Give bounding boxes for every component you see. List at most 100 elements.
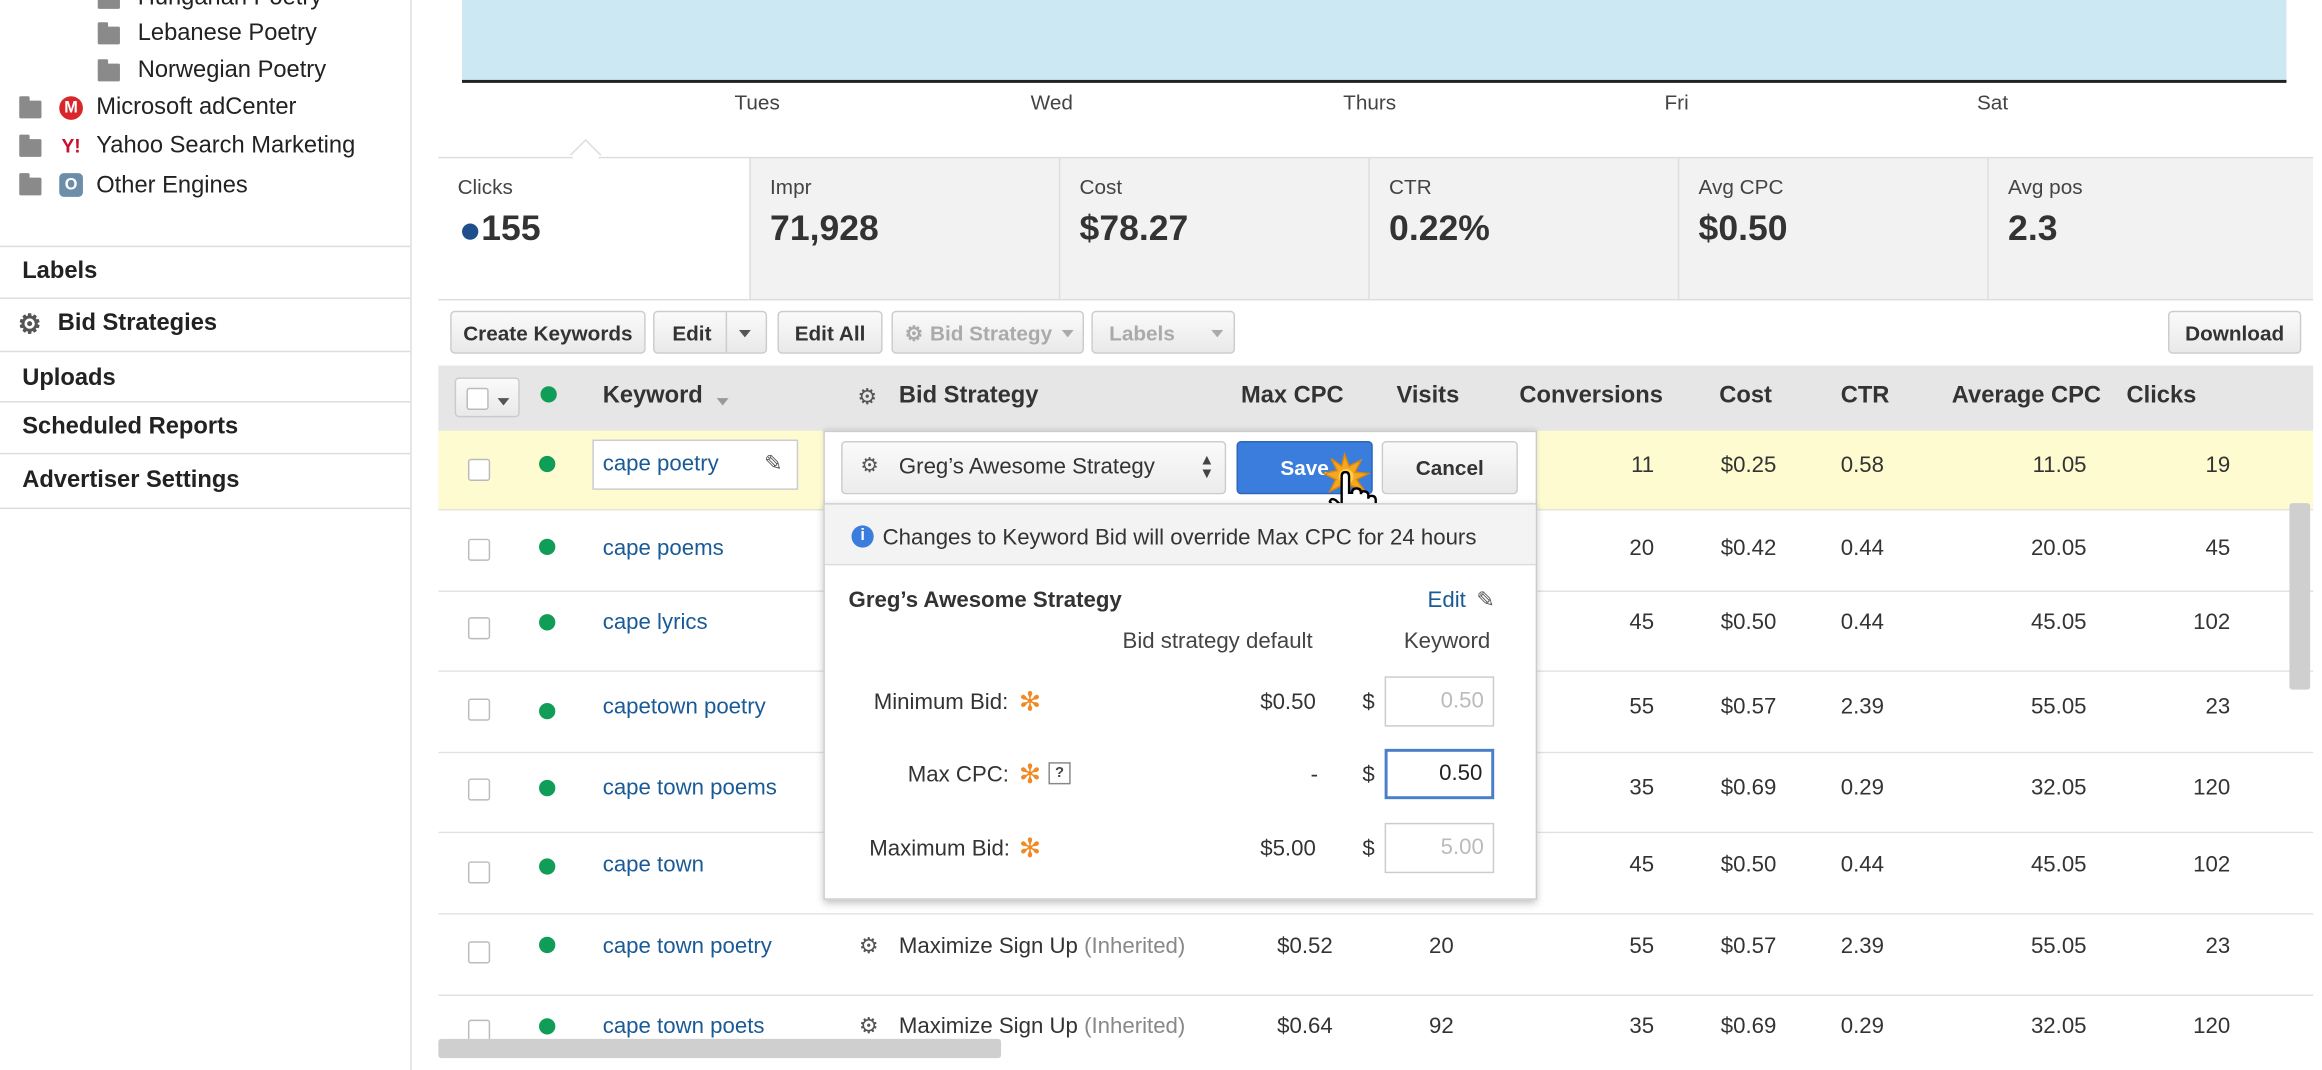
row-checkbox[interactable]: [467, 861, 491, 884]
tree-item-norwegian-poetry[interactable]: Norwegian Poetry: [138, 58, 326, 85]
labels-dropdown[interactable]: Labels: [1091, 310, 1236, 354]
stat-label: CTR: [1389, 174, 1432, 199]
horizontal-scrollbar[interactable]: [438, 1038, 1002, 1059]
stat-ctr[interactable]: CTR 0.22%: [1368, 158, 1679, 299]
cell-cost: $0.25: [1720, 452, 1777, 479]
stat-label: Clicks: [457, 174, 513, 199]
column-header-ctr[interactable]: CTR: [1841, 383, 1890, 410]
sidebar-section-uploads[interactable]: Uploads: [0, 350, 411, 403]
row-checkbox[interactable]: [467, 698, 491, 721]
tree-item-hungarian-poetry[interactable]: Hungarian Poetry: [138, 0, 322, 12]
download-button[interactable]: Download: [2167, 310, 2302, 354]
select-all-dropdown[interactable]: [454, 377, 520, 418]
help-icon[interactable]: ?: [1048, 762, 1071, 785]
pencil-icon[interactable]: ✎: [1476, 586, 1495, 613]
strategy-select[interactable]: ⚙ Greg’s Awesome Strategy ▲ ▼: [841, 441, 1227, 495]
edit-all-button[interactable]: Edit All: [777, 310, 883, 354]
keyword-link[interactable]: cape town poets: [603, 1014, 765, 1039]
microsoft-adcenter-icon: M: [59, 96, 83, 120]
maximum-bid-input[interactable]: 5.00: [1384, 822, 1495, 874]
cell-ctr: 0.29: [1840, 1013, 1884, 1039]
column-header-keyword[interactable]: Keyword: [603, 383, 703, 410]
select-all-checkbox[interactable]: [466, 387, 489, 410]
bid-strategy-dropdown[interactable]: ⚙ Bid Strategy: [891, 310, 1084, 354]
max-cpc-input[interactable]: 0.50: [1384, 748, 1495, 800]
tree-item-yahoo-search-marketing[interactable]: Yahoo Search Marketing: [96, 133, 355, 160]
cell-max-cpc: $0.52: [1277, 933, 1333, 960]
stat-impr[interactable]: Impr 71,928: [749, 158, 1060, 299]
folder-icon: [97, 22, 120, 45]
stat-clicks[interactable]: Clicks 155: [438, 158, 750, 299]
stat-cost[interactable]: Cost $78.27: [1058, 158, 1370, 299]
stat-value: $78.27: [1079, 208, 1189, 249]
column-header-average-cpc[interactable]: Average CPC: [1952, 383, 2101, 410]
sidebar-section-label: Uploads: [22, 365, 116, 391]
row-checkbox[interactable]: [467, 778, 491, 801]
max-cpc-default: -: [1310, 762, 1318, 788]
folder-icon: [97, 0, 120, 9]
row-checkbox[interactable]: [467, 458, 491, 481]
stat-avg-pos[interactable]: Avg pos 2.3: [1987, 158, 2314, 299]
sidebar-section-advertiser-settings[interactable]: Advertiser Settings: [0, 452, 411, 510]
status-dot-icon: [539, 614, 556, 631]
gears-icon: ⚙: [904, 321, 924, 345]
create-keywords-button[interactable]: Create Keywords: [450, 310, 646, 354]
column-header-conversions[interactable]: Conversions: [1519, 383, 1663, 410]
popup-edit-link[interactable]: Edit: [1428, 588, 1466, 613]
gears-icon: ⚙: [857, 384, 878, 410]
strategy-select-value: Greg’s Awesome Strategy: [898, 454, 1155, 480]
status-dot-icon: [539, 936, 556, 954]
bid-strategy-editor: ⚙ Greg’s Awesome Strategy ▲ ▼ Save Cancel: [823, 430, 1538, 510]
column-header-visits[interactable]: Visits: [1396, 383, 1459, 410]
tree-item-lebanese-poetry[interactable]: Lebanese Poetry: [138, 21, 317, 48]
column-header-cost[interactable]: Cost: [1719, 383, 1772, 410]
keyword-link[interactable]: capetown poetry: [603, 694, 766, 719]
status-dot-icon: [539, 1018, 556, 1035]
vertical-scrollbar[interactable]: [2289, 503, 2311, 690]
sort-chevron-icon[interactable]: [716, 389, 729, 416]
sidebar-section-label: Bid Strategies: [57, 310, 218, 336]
status-dot-icon: [539, 858, 556, 875]
max-cpc-label: Max CPC:: [907, 762, 1009, 788]
row-checkbox[interactable]: [467, 538, 491, 561]
cell-average-cpc: 32.05: [2030, 775, 2087, 801]
row-checkbox[interactable]: [467, 617, 491, 640]
keyword-link[interactable]: cape town poetry: [603, 934, 772, 959]
cell-average-cpc: 55.05: [2030, 933, 2087, 960]
keyword-link[interactable]: cape town poems: [603, 775, 777, 800]
folder-icon: [97, 59, 120, 82]
keyword-link[interactable]: cape lyrics: [603, 610, 708, 635]
sidebar-section-label: Scheduled Reports: [22, 414, 239, 440]
folder-icon: [19, 96, 42, 119]
bid-strategy-popup: i Changes to Keyword Bid will override M…: [823, 503, 1538, 900]
table-row[interactable]: cape town poetry ⚙ Maximize Sign Up (Inh…: [438, 914, 2314, 996]
stat-avg-cpc[interactable]: Avg CPC $0.50: [1677, 158, 1989, 299]
pencil-icon[interactable]: ✎: [764, 450, 783, 476]
info-icon: i: [851, 525, 874, 548]
tree-item-microsoft-adcenter[interactable]: Microsoft adCenter: [96, 95, 296, 122]
stat-label: Avg CPC: [1698, 174, 1784, 199]
sidebar-section-bid-strategies[interactable]: ⚙ Bid Strategies: [0, 297, 411, 350]
table-row[interactable]: cape town poets ⚙ Maximize Sign Up (Inhe…: [438, 995, 2314, 1070]
folder-icon: [19, 173, 42, 196]
column-header-bid-strategy[interactable]: Bid Strategy: [899, 383, 1039, 410]
edit-dropdown-button[interactable]: Edit: [653, 310, 768, 354]
cell-conversions: 35: [1629, 775, 1655, 801]
column-header-max-cpc[interactable]: Max CPC: [1241, 383, 1344, 410]
keyword-edit-input[interactable]: cape poetry ✎: [592, 439, 799, 490]
row-checkbox[interactable]: [467, 941, 491, 964]
sidebar-section-labels[interactable]: Labels: [0, 245, 411, 298]
cell-bid-strategy: Maximize Sign Up (Inherited): [899, 1014, 1185, 1039]
column-header-clicks[interactable]: Clicks: [2127, 383, 2197, 410]
chevron-down-icon: [497, 389, 510, 416]
maximum-bid-default: $5.00: [1260, 836, 1316, 862]
tree-item-other-engines[interactable]: Other Engines: [96, 173, 247, 200]
sidebar-section-scheduled-reports[interactable]: Scheduled Reports: [0, 401, 411, 454]
chevron-down-icon: [1061, 311, 1074, 354]
chevron-down-icon: [1211, 311, 1224, 354]
chart-day-label: Sat: [1976, 90, 2009, 114]
cancel-button[interactable]: Cancel: [1381, 441, 1518, 495]
keyword-link[interactable]: cape poems: [603, 536, 724, 561]
keyword-link[interactable]: cape town: [603, 852, 704, 877]
minimum-bid-input[interactable]: 0.50: [1384, 676, 1495, 727]
